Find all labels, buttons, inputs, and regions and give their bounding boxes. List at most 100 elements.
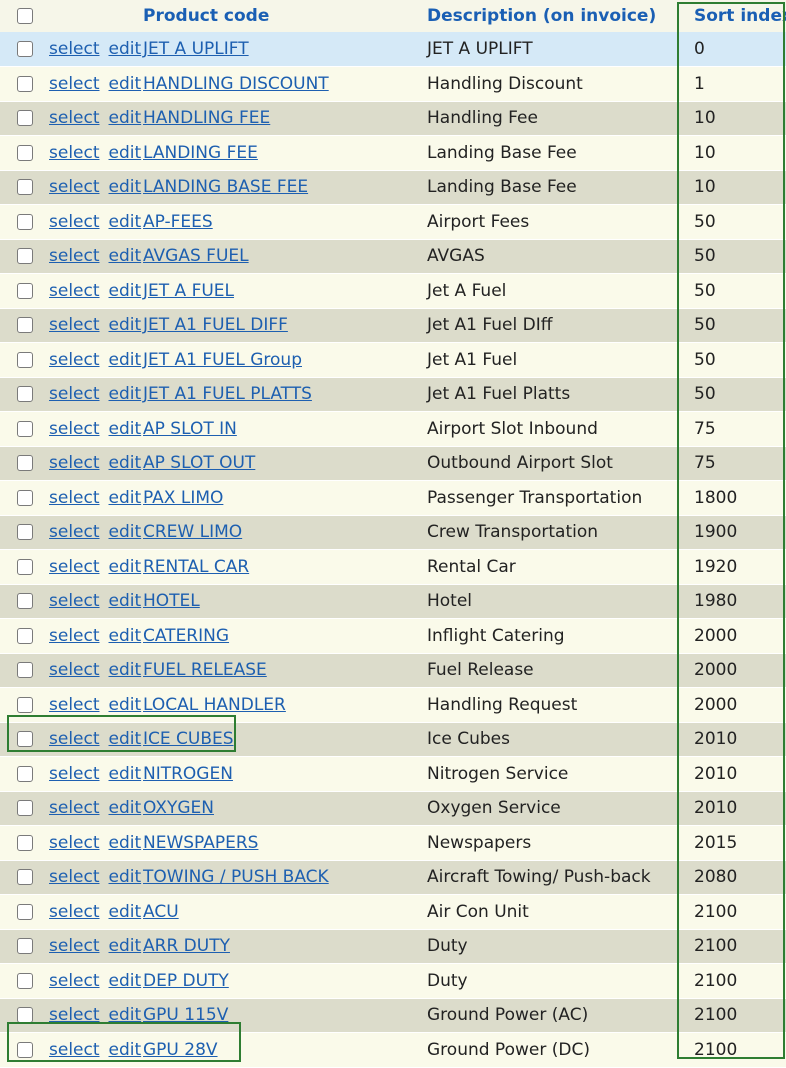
select-link[interactable]: select <box>49 246 100 266</box>
row-checkbox[interactable] <box>17 110 33 127</box>
edit-link[interactable]: edit <box>109 143 142 163</box>
edit-link[interactable]: edit <box>109 591 142 611</box>
edit-link[interactable]: edit <box>109 453 142 473</box>
header-product-code[interactable]: Product code <box>142 0 425 32</box>
product-code-link[interactable]: PAX LIMO <box>143 488 223 508</box>
edit-link[interactable]: edit <box>109 798 142 818</box>
edit-link[interactable]: edit <box>109 867 142 887</box>
product-code-link[interactable]: NITROGEN <box>143 764 233 784</box>
row-checkbox[interactable] <box>17 489 33 506</box>
select-link[interactable]: select <box>49 902 100 922</box>
edit-link[interactable]: edit <box>109 1005 142 1025</box>
select-link[interactable]: select <box>49 867 100 887</box>
select-link[interactable]: select <box>49 143 100 163</box>
product-code-link[interactable]: ARR DUTY <box>143 936 230 956</box>
row-checkbox[interactable] <box>17 213 33 230</box>
row-checkbox[interactable] <box>17 455 33 472</box>
row-checkbox[interactable] <box>17 765 33 782</box>
row-checkbox[interactable] <box>17 800 33 817</box>
select-link[interactable]: select <box>49 177 100 197</box>
select-all-checkbox[interactable] <box>17 8 33 24</box>
select-link[interactable]: select <box>49 591 100 611</box>
edit-link[interactable]: edit <box>109 488 142 508</box>
edit-link[interactable]: edit <box>109 39 142 59</box>
product-code-link[interactable]: LANDING FEE <box>143 143 258 163</box>
product-code-link[interactable]: FUEL RELEASE <box>143 660 267 680</box>
edit-link[interactable]: edit <box>109 902 142 922</box>
select-link[interactable]: select <box>49 557 100 577</box>
product-code-link[interactable]: NEWSPAPERS <box>143 833 258 853</box>
row-checkbox[interactable] <box>17 1007 33 1024</box>
product-code-link[interactable]: JET A1 FUEL Group <box>143 350 302 370</box>
select-link[interactable]: select <box>49 936 100 956</box>
edit-link[interactable]: edit <box>109 246 142 266</box>
select-link[interactable]: select <box>49 1040 100 1060</box>
edit-link[interactable]: edit <box>109 108 142 128</box>
edit-link[interactable]: edit <box>109 833 142 853</box>
edit-link[interactable]: edit <box>109 764 142 784</box>
edit-link[interactable]: edit <box>109 74 142 94</box>
edit-link[interactable]: edit <box>109 936 142 956</box>
product-code-link[interactable]: AP SLOT IN <box>143 419 237 439</box>
edit-link[interactable]: edit <box>109 971 142 991</box>
select-link[interactable]: select <box>49 695 100 715</box>
row-checkbox[interactable] <box>17 317 33 334</box>
row-checkbox[interactable] <box>17 558 33 575</box>
product-code-link[interactable]: ACU <box>143 902 179 922</box>
select-link[interactable]: select <box>49 281 100 301</box>
edit-link[interactable]: edit <box>109 522 142 542</box>
row-checkbox[interactable] <box>17 351 33 368</box>
product-code-link[interactable]: ICE CUBES <box>143 729 234 749</box>
product-code-link[interactable]: LANDING BASE FEE <box>143 177 308 197</box>
product-code-link[interactable]: TOWING / PUSH BACK <box>143 867 329 887</box>
row-checkbox[interactable] <box>17 420 33 437</box>
product-code-link[interactable]: OXYGEN <box>143 798 214 818</box>
edit-link[interactable]: edit <box>109 695 142 715</box>
edit-link[interactable]: edit <box>109 1040 142 1060</box>
row-checkbox[interactable] <box>17 696 33 713</box>
edit-link[interactable]: edit <box>109 660 142 680</box>
product-code-link[interactable]: CREW LIMO <box>143 522 242 542</box>
product-code-link[interactable]: JET A UPLIFT <box>143 39 249 59</box>
row-checkbox[interactable] <box>17 179 33 196</box>
row-checkbox[interactable] <box>17 41 33 57</box>
edit-link[interactable]: edit <box>109 419 142 439</box>
row-checkbox[interactable] <box>17 869 33 886</box>
product-code-link[interactable]: JET A1 FUEL PLATTS <box>143 384 312 404</box>
product-code-link[interactable]: AVGAS FUEL <box>143 246 249 266</box>
row-checkbox[interactable] <box>17 1041 33 1058</box>
row-checkbox[interactable] <box>17 903 33 920</box>
select-link[interactable]: select <box>49 350 100 370</box>
product-code-link[interactable]: CATERING <box>143 626 229 646</box>
edit-link[interactable]: edit <box>109 350 142 370</box>
select-link[interactable]: select <box>49 764 100 784</box>
edit-link[interactable]: edit <box>109 281 142 301</box>
row-checkbox[interactable] <box>17 834 33 851</box>
select-link[interactable]: select <box>49 660 100 680</box>
select-link[interactable]: select <box>49 384 100 404</box>
row-checkbox[interactable] <box>17 627 33 644</box>
product-code-link[interactable]: JET A FUEL <box>143 281 234 301</box>
select-link[interactable]: select <box>49 419 100 439</box>
product-code-link[interactable]: LOCAL HANDLER <box>143 695 286 715</box>
edit-link[interactable]: edit <box>109 177 142 197</box>
edit-link[interactable]: edit <box>109 384 142 404</box>
select-link[interactable]: select <box>49 729 100 749</box>
edit-link[interactable]: edit <box>109 212 142 232</box>
row-checkbox[interactable] <box>17 731 33 748</box>
row-checkbox[interactable] <box>17 248 33 265</box>
select-link[interactable]: select <box>49 74 100 94</box>
product-code-link[interactable]: DEP DUTY <box>143 971 229 991</box>
select-link[interactable]: select <box>49 1005 100 1025</box>
product-code-link[interactable]: RENTAL CAR <box>143 557 249 577</box>
row-checkbox[interactable] <box>17 662 33 679</box>
product-code-link[interactable]: JET A1 FUEL DIFF <box>143 315 288 335</box>
row-checkbox[interactable] <box>17 524 33 541</box>
row-checkbox[interactable] <box>17 144 33 161</box>
select-link[interactable]: select <box>49 453 100 473</box>
product-code-link[interactable]: GPU 28V <box>143 1040 218 1060</box>
edit-link[interactable]: edit <box>109 729 142 749</box>
product-code-link[interactable]: HANDLING FEE <box>143 108 270 128</box>
row-checkbox[interactable] <box>17 386 33 403</box>
select-link[interactable]: select <box>49 39 100 59</box>
